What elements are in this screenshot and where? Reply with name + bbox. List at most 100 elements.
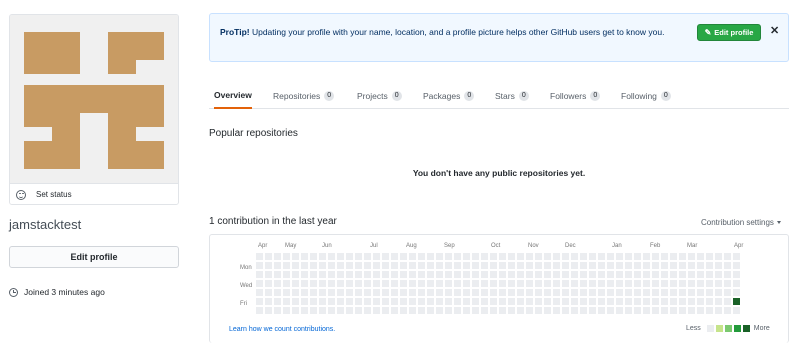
contribution-day[interactable]: [688, 253, 695, 260]
contribution-day[interactable]: [436, 253, 443, 260]
contribution-day[interactable]: [463, 262, 470, 269]
contribution-day[interactable]: [634, 298, 641, 305]
contribution-day[interactable]: [346, 253, 353, 260]
contribution-day[interactable]: [328, 280, 335, 287]
close-icon[interactable]: ✕: [770, 24, 779, 37]
contribution-day[interactable]: [355, 271, 362, 278]
contribution-day[interactable]: [553, 253, 560, 260]
contribution-day[interactable]: [652, 307, 659, 314]
contribution-day[interactable]: [409, 280, 416, 287]
contribution-day[interactable]: [265, 262, 272, 269]
contribution-day[interactable]: [283, 307, 290, 314]
contribution-day[interactable]: [310, 307, 317, 314]
contribution-day[interactable]: [328, 271, 335, 278]
contribution-day[interactable]: [526, 289, 533, 296]
contribution-day[interactable]: [661, 289, 668, 296]
contribution-day[interactable]: [337, 280, 344, 287]
contribution-day[interactable]: [544, 289, 551, 296]
contribution-day[interactable]: [337, 262, 344, 269]
contribution-day[interactable]: [472, 289, 479, 296]
contribution-day[interactable]: [274, 298, 281, 305]
contribution-day[interactable]: [688, 271, 695, 278]
contribution-day[interactable]: [625, 307, 632, 314]
tab-stars[interactable]: Stars 0: [495, 82, 529, 109]
protip-edit-profile-button[interactable]: ✎ Edit profile: [697, 24, 761, 41]
contribution-day[interactable]: [454, 289, 461, 296]
contribution-day[interactable]: [652, 280, 659, 287]
contribution-day[interactable]: [400, 253, 407, 260]
contribution-day[interactable]: [508, 280, 515, 287]
contribution-day[interactable]: [643, 271, 650, 278]
contribution-day[interactable]: [418, 271, 425, 278]
contribution-day[interactable]: [499, 298, 506, 305]
contribution-day[interactable]: [427, 307, 434, 314]
contribution-day[interactable]: [643, 253, 650, 260]
contribution-day[interactable]: [463, 307, 470, 314]
contribution-day[interactable]: [445, 253, 452, 260]
contribution-day[interactable]: [517, 307, 524, 314]
contribution-day[interactable]: [436, 298, 443, 305]
contribution-day[interactable]: [436, 271, 443, 278]
contribution-day[interactable]: [472, 298, 479, 305]
contribution-day[interactable]: [310, 253, 317, 260]
contribution-day[interactable]: [616, 289, 623, 296]
contribution-day[interactable]: [355, 289, 362, 296]
contribution-day[interactable]: [607, 253, 614, 260]
contribution-day[interactable]: [418, 289, 425, 296]
contribution-day[interactable]: [409, 253, 416, 260]
contribution-day[interactable]: [679, 280, 686, 287]
contribution-day[interactable]: [616, 271, 623, 278]
contribution-day[interactable]: [346, 271, 353, 278]
contribution-day[interactable]: [517, 253, 524, 260]
contribution-day[interactable]: [256, 280, 263, 287]
contribution-day[interactable]: [670, 307, 677, 314]
contribution-day[interactable]: [553, 262, 560, 269]
contribution-day[interactable]: [571, 271, 578, 278]
contribution-day[interactable]: [643, 289, 650, 296]
contribution-day[interactable]: [481, 307, 488, 314]
contribution-day[interactable]: [724, 280, 731, 287]
contribution-day[interactable]: [697, 298, 704, 305]
contribution-day[interactable]: [490, 271, 497, 278]
contribution-day[interactable]: [589, 280, 596, 287]
set-status-button[interactable]: Set status: [10, 183, 178, 204]
contribution-day[interactable]: [274, 307, 281, 314]
contribution-day[interactable]: [409, 262, 416, 269]
contribution-day[interactable]: [481, 298, 488, 305]
contribution-day[interactable]: [463, 271, 470, 278]
contribution-day[interactable]: [418, 298, 425, 305]
contribution-day[interactable]: [472, 262, 479, 269]
contribution-day[interactable]: [562, 307, 569, 314]
contribution-day[interactable]: [373, 298, 380, 305]
contribution-day[interactable]: [355, 307, 362, 314]
contribution-day[interactable]: [283, 280, 290, 287]
contribution-day[interactable]: [598, 271, 605, 278]
contribution-day[interactable]: [517, 271, 524, 278]
contribution-day[interactable]: [697, 289, 704, 296]
contribution-day[interactable]: [391, 307, 398, 314]
contribution-day[interactable]: [535, 253, 542, 260]
contribution-day[interactable]: [634, 271, 641, 278]
contribution-day[interactable]: [265, 298, 272, 305]
contribution-day[interactable]: [499, 253, 506, 260]
contribution-day[interactable]: [364, 262, 371, 269]
contribution-day[interactable]: [454, 253, 461, 260]
contribution-day[interactable]: [733, 307, 740, 314]
contribution-day[interactable]: [382, 298, 389, 305]
contribution-day[interactable]: [589, 307, 596, 314]
contribution-day[interactable]: [661, 253, 668, 260]
contribution-day[interactable]: [652, 253, 659, 260]
contribution-day[interactable]: [301, 271, 308, 278]
contribution-day[interactable]: [706, 262, 713, 269]
contribution-day[interactable]: [643, 298, 650, 305]
contribution-day[interactable]: [409, 289, 416, 296]
contribution-day[interactable]: [481, 280, 488, 287]
contribution-day[interactable]: [346, 298, 353, 305]
contribution-day[interactable]: [292, 289, 299, 296]
contribution-day[interactable]: [643, 280, 650, 287]
contribution-day[interactable]: [715, 280, 722, 287]
contribution-day[interactable]: [535, 262, 542, 269]
contribution-day[interactable]: [328, 289, 335, 296]
contribution-day[interactable]: [598, 289, 605, 296]
contribution-day[interactable]: [580, 307, 587, 314]
